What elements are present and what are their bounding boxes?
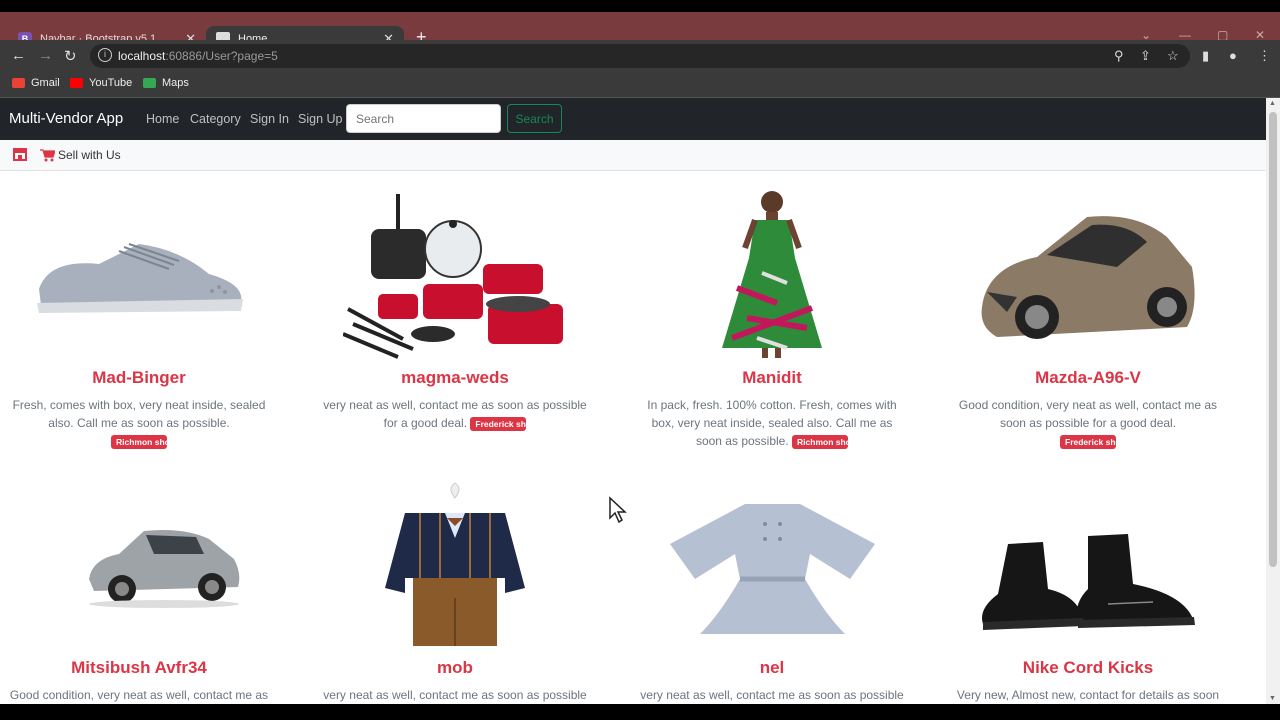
search-input[interactable] <box>346 104 501 133</box>
scroll-up-icon[interactable]: ▲ <box>1269 100 1276 107</box>
mouse-cursor-icon <box>609 496 627 524</box>
product-image[interactable] <box>297 186 613 362</box>
sell-with-us-link[interactable]: Sell with Us <box>40 148 121 162</box>
cart-icon <box>40 148 55 161</box>
sub-navbar: Sell with Us <box>0 140 1266 171</box>
sock-sneaker-image <box>982 534 1195 630</box>
gmail-icon <box>12 78 25 88</box>
product-image[interactable] <box>0 476 297 652</box>
product-card[interactable]: Manidit In pack, fresh. 100% cotton. Fre… <box>614 186 930 450</box>
product-description: very neat as well, contact me as soon as… <box>640 688 904 702</box>
address-bar-row: ← → ↻ i localhost:60886/User?page=5 ⚲ ⇪ … <box>0 40 1280 72</box>
product-name[interactable]: Mazda-A96-V <box>930 368 1246 388</box>
app-navbar: Multi-Vendor App Home Category Sign In S… <box>0 98 1266 140</box>
sneaker-image <box>37 243 243 313</box>
product-card[interactable]: Nike Cord Kicks Very new, Almost new, co… <box>930 476 1246 704</box>
info-icon[interactable]: i <box>98 48 112 62</box>
shop-badge[interactable]: Richmon shoes <box>111 434 167 449</box>
nav-sign-up[interactable]: Sign Up <box>298 112 342 126</box>
scrollbar-thumb[interactable] <box>1269 112 1277 567</box>
sidebar-icon[interactable]: ▮ <box>1202 48 1209 64</box>
search-button[interactable]: Search <box>507 104 562 133</box>
nav-sign-in[interactable]: Sign In <box>250 112 289 126</box>
product-image[interactable] <box>930 476 1246 652</box>
share-icon[interactable]: ⇪ <box>1140 48 1151 64</box>
brand-link[interactable]: Multi-Vendor App <box>9 110 123 127</box>
product-name[interactable]: Nike Cord Kicks <box>930 658 1246 678</box>
product-card[interactable]: nel very neat as well, contact me as soo… <box>614 476 930 704</box>
youtube-icon <box>70 78 83 88</box>
page-scrollbar[interactable]: ▲ ▼ <box>1266 98 1280 704</box>
product-card[interactable]: Mad-Binger Fresh, comes with box, very n… <box>0 186 297 450</box>
product-card[interactable]: magma-weds very neat as well, contact me… <box>297 186 613 432</box>
shop-badge[interactable]: Frederick shop <box>1060 434 1116 449</box>
url-text: localhost:60886/User?page=5 <box>118 49 278 63</box>
nav-home[interactable]: Home <box>146 112 179 126</box>
gray-dress-image <box>669 504 875 634</box>
bookmark-gmail[interactable]: Gmail <box>12 77 60 89</box>
bookmark-youtube[interactable]: YouTube <box>70 77 132 89</box>
maps-icon <box>143 78 156 88</box>
shop-badge[interactable]: Richmon shoes <box>792 434 849 449</box>
product-image[interactable] <box>0 186 297 362</box>
product-image[interactable] <box>297 476 613 652</box>
product-card[interactable]: Mazda-A96-V Good condition, very neat as… <box>930 186 1246 450</box>
product-name[interactable]: magma-weds <box>297 368 613 388</box>
product-description: In pack, fresh. 100% cotton. Fresh, come… <box>647 398 897 449</box>
product-description: Very new, Almost new, contact for detail… <box>956 688 1220 702</box>
product-card[interactable]: Mitsibush Avfr34 Good condition, very ne… <box>0 476 297 704</box>
dress-image <box>722 191 822 358</box>
product-name[interactable]: Mad-Binger <box>0 368 297 388</box>
product-name[interactable]: mob <box>297 658 613 678</box>
star-icon[interactable]: ☆ <box>1167 48 1179 64</box>
bookmarks-bar: Gmail YouTube Maps <box>0 72 1280 98</box>
sell-label: Sell with Us <box>58 148 121 162</box>
reload-icon[interactable]: ↻ <box>64 47 77 65</box>
product-card[interactable]: mob very neat as well, contact me as soo… <box>297 476 613 704</box>
shop-badge[interactable]: Frederick shop <box>470 416 527 431</box>
kids-suit-image <box>385 482 525 646</box>
browser-titlebar: B Navbar · Bootstrap v5.1 ✕ Home ✕ + ⌄ —… <box>0 0 1280 52</box>
product-name[interactable]: Mitsibush Avfr34 <box>0 658 297 678</box>
product-image[interactable] <box>614 476 930 652</box>
product-image[interactable] <box>930 186 1246 362</box>
bookmark-maps[interactable]: Maps <box>143 77 189 89</box>
screen-bottom-edge <box>0 704 1280 720</box>
sports-car-image <box>981 215 1195 339</box>
zoom-icon[interactable]: ⚲ <box>1114 48 1124 64</box>
menu-icon[interactable]: ⋮ <box>1258 48 1271 64</box>
sedan-image <box>89 530 240 608</box>
product-description: very neat as well, contact me as soon as… <box>323 688 587 702</box>
product-image[interactable] <box>614 186 930 362</box>
web-page: Multi-Vendor App Home Category Sign In S… <box>0 98 1266 704</box>
scroll-down-icon[interactable]: ▼ <box>1269 695 1276 702</box>
product-description: Good condition, very neat as well, conta… <box>9 688 269 702</box>
store-icon[interactable] <box>12 147 28 161</box>
product-description: Fresh, comes with box, very neat inside,… <box>12 398 266 449</box>
product-description: very neat as well, contact me as soon as… <box>323 398 587 431</box>
nav-category[interactable]: Category <box>190 112 241 126</box>
url-field[interactable]: i localhost:60886/User?page=5 ⚲ ⇪ ☆ <box>90 44 1190 68</box>
forward-icon[interactable]: → <box>38 47 53 64</box>
product-name[interactable]: nel <box>614 658 930 678</box>
product-description: Good condition, very neat as well, conta… <box>958 398 1218 449</box>
cookware-image <box>342 194 563 359</box>
back-icon[interactable]: ← <box>11 47 26 64</box>
profile-icon[interactable]: ● <box>1229 48 1237 63</box>
product-name[interactable]: Manidit <box>614 368 930 388</box>
